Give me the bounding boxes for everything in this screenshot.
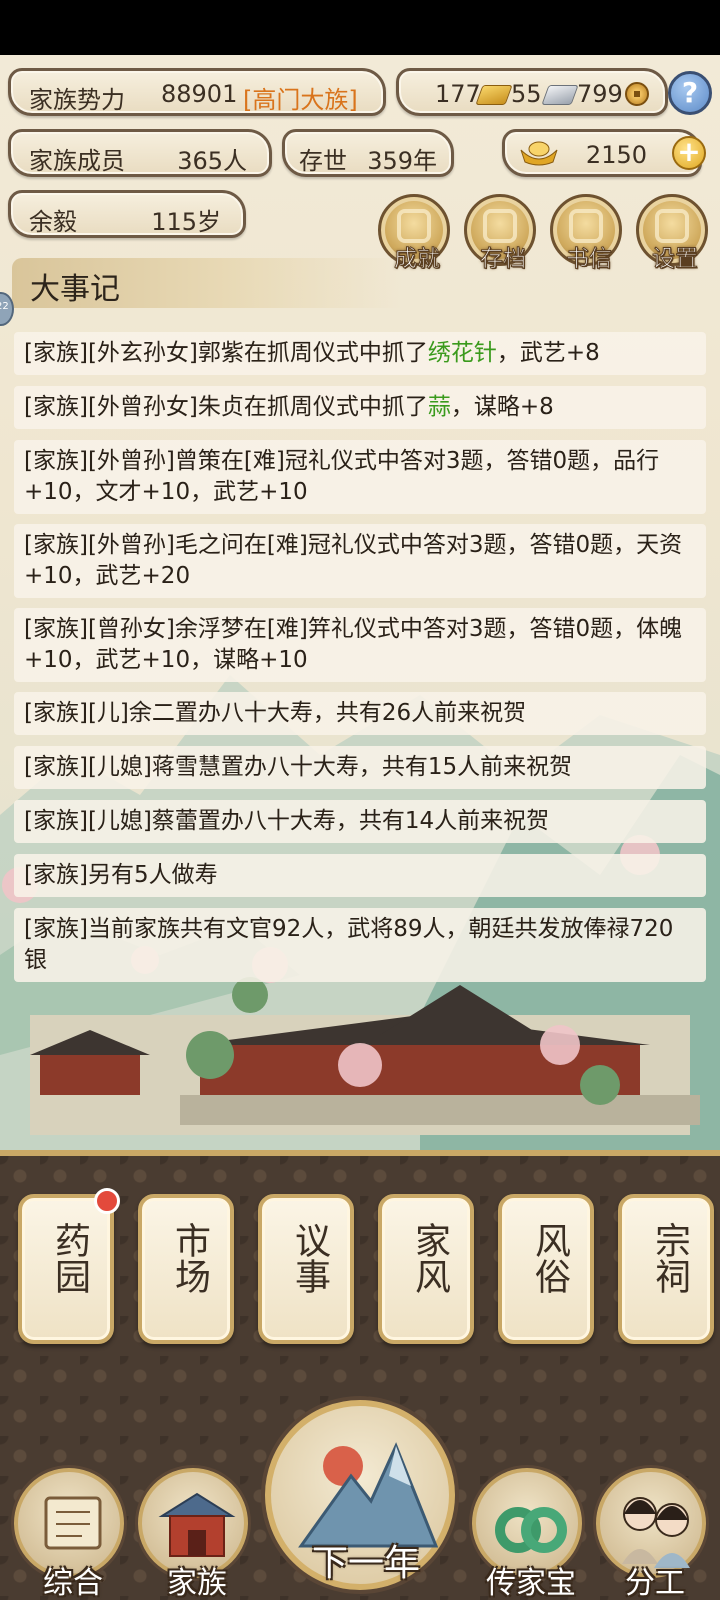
event-text: [家族][儿媳]蔡蕾置办八十大寿，共有14人前来祝贺 xyxy=(24,808,550,834)
event-text: [家族][外曾孙]毛之问在[难]冠礼仪式中答对3题，答错0题，天资+10，武艺+… xyxy=(24,532,683,589)
patriarch-panel: 余毅 115岁 xyxy=(8,190,246,238)
event-text: [家族][外玄孙女]郭紫在抓周仪式中抓了 xyxy=(24,340,428,366)
card-label: 风俗 xyxy=(529,1222,570,1294)
add-ingot-button[interactable]: + xyxy=(672,136,706,170)
card-council[interactable]: 议事 xyxy=(258,1194,354,1344)
event-item: [家族][外曾孙]毛之问在[难]冠礼仪式中答对3题，答错0题，天资+10，武艺+… xyxy=(14,524,706,598)
notification-dot xyxy=(94,1188,120,1214)
family-power-value: 88901 xyxy=(161,80,238,108)
card-label: 药园 xyxy=(49,1222,90,1294)
next-year-label: 下一年 xyxy=(311,1543,420,1584)
card-label: 家风 xyxy=(409,1222,450,1294)
event-item: [家族]当前家族共有文官92人，武将89人，朝廷共发放俸禄720银 xyxy=(14,908,706,982)
status-bar xyxy=(0,0,720,55)
side-tab-badge: 22 xyxy=(0,301,9,312)
card-label: 议事 xyxy=(289,1222,330,1294)
silver-value: 55 xyxy=(511,80,542,108)
event-item: [家族][曾孙女]余浮梦在[难]笄礼仪式中答对3题，答错0题，体魄+10，武艺+… xyxy=(14,608,706,682)
plus-icon: + xyxy=(677,135,701,168)
card-label: 市场 xyxy=(169,1222,210,1294)
card-ancestral-hall[interactable]: 宗祠 xyxy=(618,1194,714,1344)
coin-icon xyxy=(625,82,649,106)
card-market[interactable]: 市场 xyxy=(138,1194,234,1344)
card-label: 宗祠 xyxy=(649,1222,690,1294)
event-text: [家族][外曾孙]曾策在[难]冠礼仪式中答对3题，答错0题，品行+10，文才+1… xyxy=(24,448,660,505)
question-icon: ? xyxy=(681,76,699,109)
achievement-icon xyxy=(397,209,431,243)
event-item: [家族]另有5人做寿 xyxy=(14,854,706,897)
settings-label: 设置 xyxy=(652,246,699,273)
event-item: [家族][外曾孙女]朱贞在抓周仪式中抓了蒜，谋略+8 xyxy=(14,386,706,429)
family-age-value: 359年 xyxy=(367,147,437,175)
event-item-highlight: 绣花针 xyxy=(427,340,497,366)
family-members-label: 家族成员 xyxy=(29,147,125,175)
event-item: [家族][儿]余二置办八十大寿，共有26人前来祝贺 xyxy=(14,692,706,735)
coin-value: 799 xyxy=(577,80,623,108)
achievements-button[interactable]: 成就 xyxy=(378,194,450,273)
family-age-panel: 存世 359年 xyxy=(282,129,454,177)
family-members-value: 365人 xyxy=(177,147,247,175)
nav-heirloom-label: 传家宝 xyxy=(486,1566,576,1600)
events-title: 大事记 xyxy=(30,272,120,307)
gold-ingot-icon xyxy=(520,141,558,166)
card-herb-garden[interactable]: 药园 xyxy=(18,1194,114,1344)
event-text: ，武艺+8 xyxy=(496,340,600,366)
event-text: [家族][曾孙女]余浮梦在[难]笄礼仪式中答对3题，答错0题，体魄+10，武艺+… xyxy=(24,616,683,673)
event-text: ，谋略+8 xyxy=(450,394,554,420)
gold-value: 177 xyxy=(435,80,481,108)
nav-division[interactable]: 分工 xyxy=(596,1468,706,1600)
event-text: [家族][外曾孙女]朱贞在抓周仪式中抓了 xyxy=(24,394,428,420)
event-text: [家族][儿]余二置办八十大寿，共有26人前来祝贺 xyxy=(24,700,527,726)
event-item: [家族][外玄孙女]郭紫在抓周仪式中抓了绣花针，武艺+8 xyxy=(14,332,706,375)
event-item: [家族][外曾孙]曾策在[难]冠礼仪式中答对3题，答错0题，品行+10，文才+1… xyxy=(14,440,706,514)
family-power-label: 家族势力 xyxy=(29,86,125,114)
family-age-label: 存世 xyxy=(299,147,347,175)
nav-overview[interactable]: 综合 xyxy=(14,1468,124,1600)
event-text: [家族]当前家族共有文官92人，武将89人，朝廷共发放俸禄720银 xyxy=(24,916,674,973)
event-text: [家族]另有5人做寿 xyxy=(24,862,218,888)
settings-icon xyxy=(655,209,689,243)
letters-button[interactable]: 书信 xyxy=(550,194,622,273)
patriarch-age: 115岁 xyxy=(151,208,221,236)
event-item: [家族][儿媳]蒋雪慧置办八十大寿，共有15人前来祝贺 xyxy=(14,746,706,789)
save-button[interactable]: 存档 xyxy=(464,194,536,273)
card-customs[interactable]: 风俗 xyxy=(498,1194,594,1344)
family-rank: [高门大族] xyxy=(243,86,358,114)
letter-icon xyxy=(569,209,603,243)
save-label: 存档 xyxy=(480,246,527,273)
nav-heirloom[interactable]: 传家宝 xyxy=(472,1468,582,1600)
next-year-button[interactable]: 下一年 xyxy=(265,1400,455,1590)
event-item: [家族][儿媳]蔡蕾置办八十大寿，共有14人前来祝贺 xyxy=(14,800,706,843)
events-header: 大事记 xyxy=(12,258,402,308)
patriarch-name: 余毅 xyxy=(29,208,77,236)
letters-label: 书信 xyxy=(566,246,613,273)
help-button[interactable]: ? xyxy=(668,71,712,115)
event-item-highlight: 蒜 xyxy=(427,394,451,420)
nav-family-label: 家族 xyxy=(167,1566,227,1600)
currency-panel: 177 55 799 xyxy=(396,68,668,116)
save-icon xyxy=(483,209,517,243)
settings-button[interactable]: 设置 xyxy=(636,194,708,273)
ingot-value: 2150 xyxy=(585,141,647,169)
card-family-tradition[interactable]: 家风 xyxy=(378,1194,474,1344)
nav-division-label: 分工 xyxy=(625,1566,685,1600)
family-power-panel: 家族势力 88901 [高门大族] xyxy=(8,68,386,116)
event-text: [家族][儿媳]蒋雪慧置办八十大寿，共有15人前来祝贺 xyxy=(24,754,573,780)
family-members-panel: 家族成员 365人 xyxy=(8,129,272,177)
nav-overview-label: 综合 xyxy=(43,1566,103,1600)
silver-bar-icon xyxy=(541,85,579,105)
gold-bar-icon xyxy=(475,85,513,105)
nav-family[interactable]: 家族 xyxy=(138,1468,248,1600)
